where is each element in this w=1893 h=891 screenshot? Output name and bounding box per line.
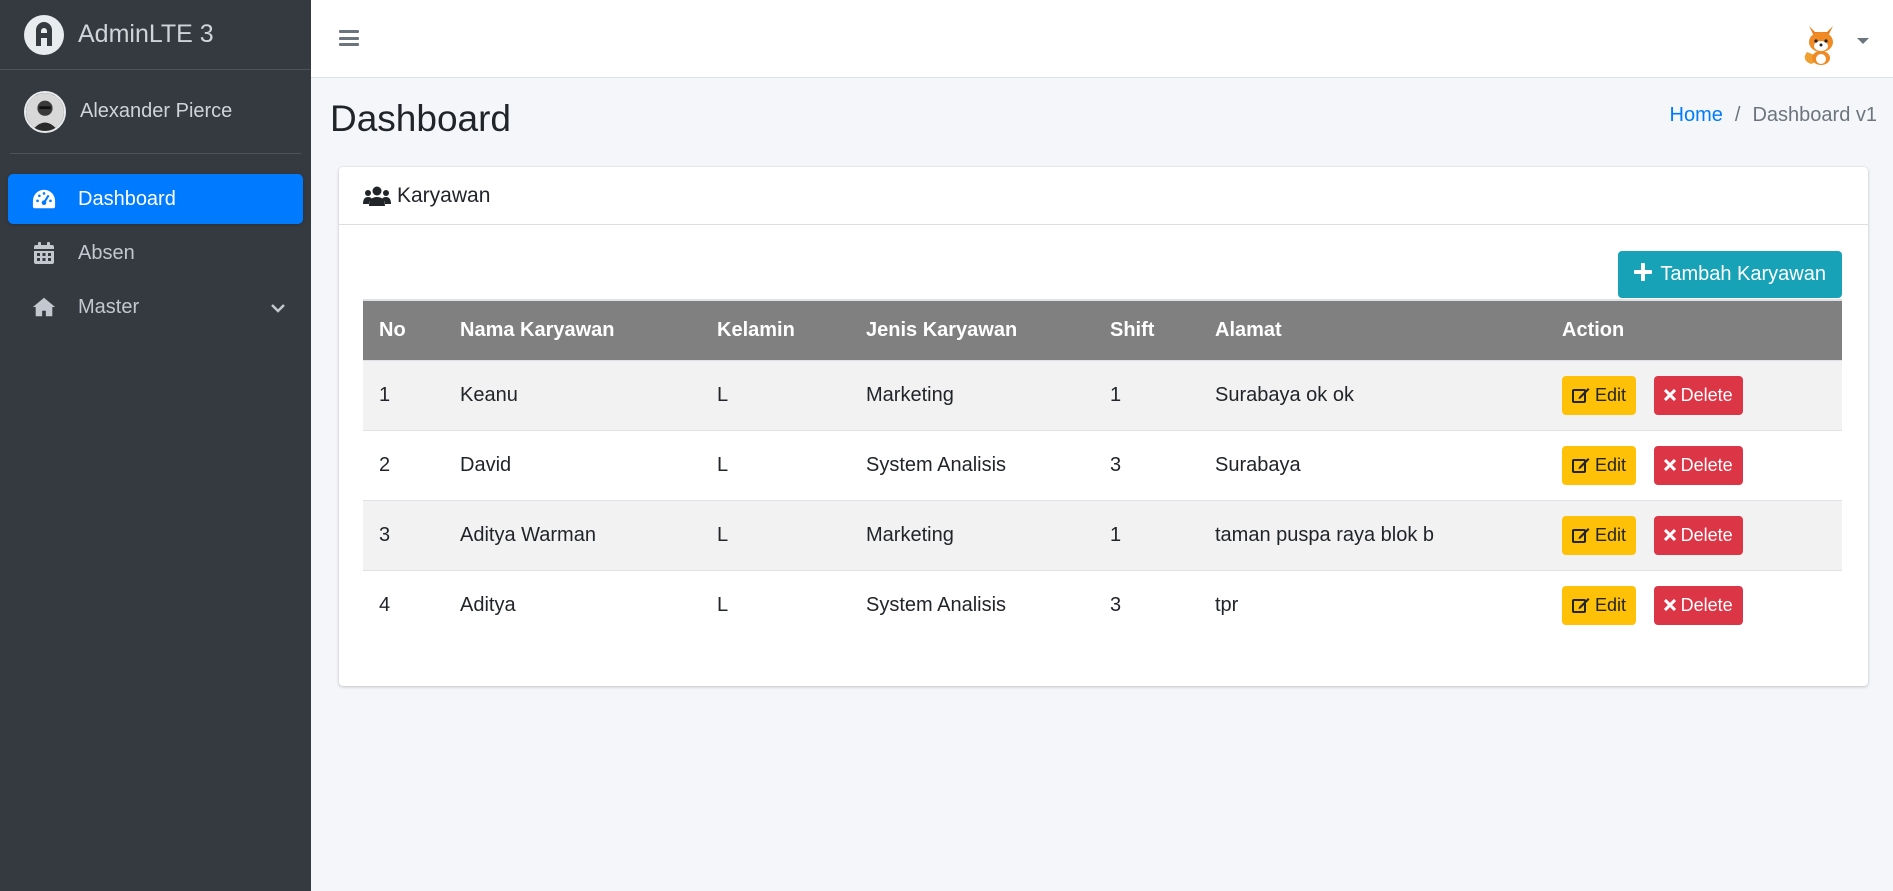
breadcrumb: Home / Dashboard v1 [1670,104,1877,127]
cell-type: Marketing [850,359,1094,430]
delete-button[interactable]: Delete [1653,515,1743,555]
table-row: 1 Keanu L Marketing 1 Surabaya ok ok Edi… [363,359,1842,430]
users-icon [363,184,391,208]
edit-label: Edit [1595,524,1627,545]
edit-label: Edit [1595,594,1627,615]
cell-name: Aditya [444,569,701,640]
edit-button[interactable]: Edit [1562,445,1637,485]
cell-no: 1 [363,359,444,430]
cell-action: Edit Delete [1546,359,1842,430]
user-panel[interactable]: Alexander Pierce [10,70,301,154]
user-fox-avatar-icon[interactable] [1799,22,1843,66]
adminlte-logo-icon [24,14,64,55]
cell-address: tpr [1199,569,1546,640]
cell-action: Edit Delete [1546,569,1842,640]
cell-address: Surabaya [1199,429,1546,500]
edit-button[interactable]: Edit [1562,585,1637,625]
column-header: No [363,299,444,360]
chevron-down-icon[interactable] [271,296,285,319]
card-header: Karyawan [339,167,1868,225]
delete-label: Delete [1680,524,1733,545]
calendar-icon [32,241,56,265]
cell-gender: L [701,429,850,500]
delete-button[interactable]: Delete [1653,585,1743,625]
edit-label: Edit [1595,454,1627,475]
delete-label: Delete [1680,384,1733,405]
times-icon [1663,459,1676,471]
edit-button[interactable]: Edit [1562,515,1637,555]
cell-shift: 3 [1094,429,1199,500]
delete-label: Delete [1680,454,1733,475]
cell-name: Aditya Warman [444,499,701,570]
page-title: Dashboard [330,98,512,139]
add-employee-button[interactable]: Tambah Karyawan [1618,251,1842,298]
home-icon [32,295,56,319]
caret-down-icon[interactable] [1857,38,1869,44]
cell-address: taman puspa raya blok b [1199,499,1546,570]
delete-label: Delete [1680,594,1733,615]
cell-no: 4 [363,569,444,640]
edit-label: Edit [1595,384,1627,405]
column-header: Action [1546,299,1842,360]
cell-type: Marketing [850,499,1094,570]
sidebar-item-label: Absen [78,241,135,264]
karyawan-card: Karyawan Tambah Karyawan No Nama Karyawa… [339,167,1868,686]
cell-address: Surabaya ok ok [1199,359,1546,430]
sidebar-nav: Dashboard Absen Master [0,154,311,332]
edit-button[interactable]: Edit [1562,375,1637,415]
table-row: 4 Aditya L System Analisis 3 tpr Edit De… [363,569,1842,640]
breadcrumb-home-link[interactable]: Home [1670,104,1723,127]
cell-shift: 3 [1094,569,1199,640]
brand-link[interactable]: AdminLTE 3 [0,0,311,70]
sidebar-item-master[interactable]: Master [8,282,303,332]
column-header: Nama Karyawan [444,299,701,360]
sidebar-item-dashboard[interactable]: Dashboard [8,174,303,224]
breadcrumb-current: Dashboard v1 [1752,104,1877,126]
table-header-row: No Nama Karyawan Kelamin Jenis Karyawan … [363,299,1842,360]
top-navbar [311,0,1893,78]
edit-icon [1572,458,1590,473]
sidebar-item-label: Master [78,295,140,318]
avatar [24,90,66,133]
cell-gender: L [701,569,850,640]
cell-name: Keanu [444,359,701,430]
column-header: Alamat [1199,299,1546,360]
delete-button[interactable]: Delete [1653,445,1743,485]
breadcrumb-separator: / [1734,104,1741,126]
cell-no: 3 [363,499,444,570]
plus-icon [1634,262,1653,287]
main-sidebar: AdminLTE 3 Alexander Pierce Dashboard Ab… [0,0,311,891]
add-employee-label: Tambah Karyawan [1660,263,1826,285]
cell-shift: 1 [1094,359,1199,430]
cell-shift: 1 [1094,499,1199,570]
sidebar-item-label: Dashboard [78,187,176,210]
delete-button[interactable]: Delete [1653,375,1743,415]
cell-no: 2 [363,429,444,500]
cell-name: David [444,429,701,500]
brand-text: AdminLTE 3 [78,20,214,48]
cell-gender: L [701,359,850,430]
card-title: Karyawan [397,183,491,207]
cell-action: Edit Delete [1546,499,1842,570]
column-header: Jenis Karyawan [850,299,1094,360]
table-row: 3 Aditya Warman L Marketing 1 taman pusp… [363,499,1842,570]
employee-table: No Nama Karyawan Kelamin Jenis Karyawan … [363,299,1842,640]
column-header: Shift [1094,299,1199,360]
cell-type: System Analisis [850,429,1094,500]
edit-icon [1572,598,1590,614]
sidebar-item-absen[interactable]: Absen [8,228,303,278]
tachometer-icon [32,187,56,211]
cell-type: System Analisis [850,569,1094,640]
cell-gender: L [701,499,850,570]
hamburger-menu-icon[interactable] [339,28,359,48]
times-icon [1663,599,1676,612]
times-icon [1663,529,1676,541]
user-name: Alexander Pierce [80,100,233,122]
edit-icon [1572,528,1590,543]
cell-action: Edit Delete [1546,429,1842,500]
table-row: 2 David L System Analisis 3 Surabaya Edi… [363,429,1842,500]
edit-icon [1572,388,1590,403]
times-icon [1663,389,1676,401]
column-header: Kelamin [701,299,850,360]
